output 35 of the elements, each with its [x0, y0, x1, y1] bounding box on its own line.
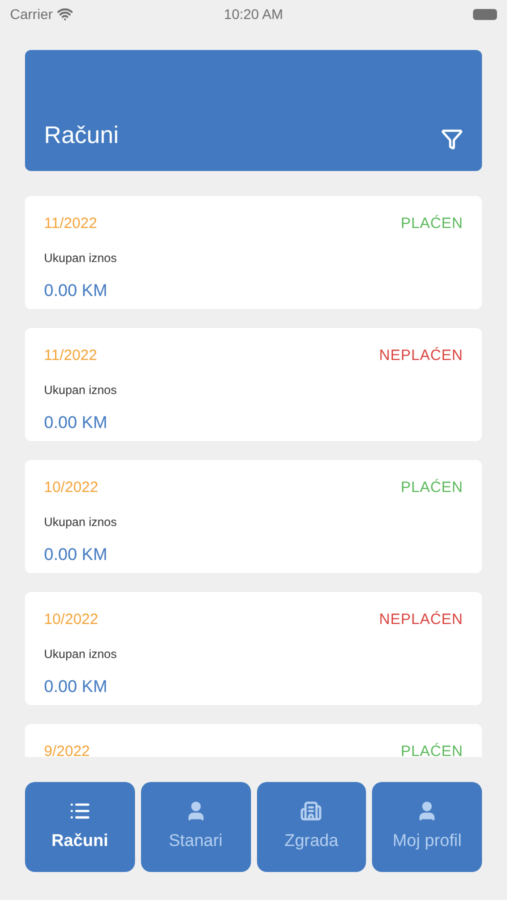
payment-status: PLAĆEN — [400, 214, 463, 234]
total-amount: 0.00 KM — [44, 544, 108, 564]
nav-tab[interactable]: Moj profil — [372, 782, 482, 872]
total-label: Ukupan iznos — [44, 250, 117, 264]
bill-card[interactable]: 11/2022 PLAĆEN Ukupan iznos 0.00 KM — [25, 196, 482, 309]
wifi-icon — [56, 6, 73, 22]
battery-icon — [473, 8, 497, 20]
filter-icon — [441, 128, 463, 150]
nav-tab[interactable]: Zgrada — [256, 782, 366, 872]
status-time: 10:20 AM — [224, 4, 284, 24]
payment-status: PLAĆEN — [400, 742, 463, 757]
nav-tab[interactable]: Stanari — [140, 782, 250, 872]
bill-period: 10/2022 — [44, 610, 98, 630]
total-label: Ukupan iznos — [44, 382, 117, 396]
building-icon — [300, 800, 322, 822]
bill-period: 11/2022 — [44, 346, 98, 366]
header-title: Računi — [44, 121, 119, 151]
total-amount: 0.00 KM — [44, 280, 108, 300]
bill-card[interactable]: 11/2022 NEPLAĆEN Ukupan iznos 0.00 KM — [25, 328, 482, 441]
bill-card[interactable]: 10/2022 PLAĆEN Ukupan iznos 0.00 KM — [25, 460, 482, 573]
bill-card[interactable]: 10/2022 NEPLAĆEN Ukupan iznos 0.00 KM — [25, 592, 482, 705]
bill-period: 10/2022 — [44, 478, 98, 498]
payment-status: NEPLAĆEN — [379, 346, 463, 366]
payment-status: PLAĆEN — [400, 478, 463, 498]
filter-button[interactable] — [441, 128, 463, 150]
bill-card[interactable]: 9/2022 PLAĆEN — [25, 724, 482, 757]
carrier-label: Carrier — [10, 4, 53, 24]
total-amount: 0.00 KM — [44, 676, 108, 696]
total-label: Ukupan iznos — [44, 646, 117, 660]
total-label: Ukupan iznos — [44, 514, 117, 528]
bill-period: 11/2022 — [44, 214, 98, 234]
payment-status: NEPLAĆEN — [379, 610, 463, 630]
total-amount: 0.00 KM — [44, 412, 108, 432]
nav-tab[interactable]: Računi — [25, 782, 135, 872]
bill-period: 9/2022 — [44, 742, 90, 757]
